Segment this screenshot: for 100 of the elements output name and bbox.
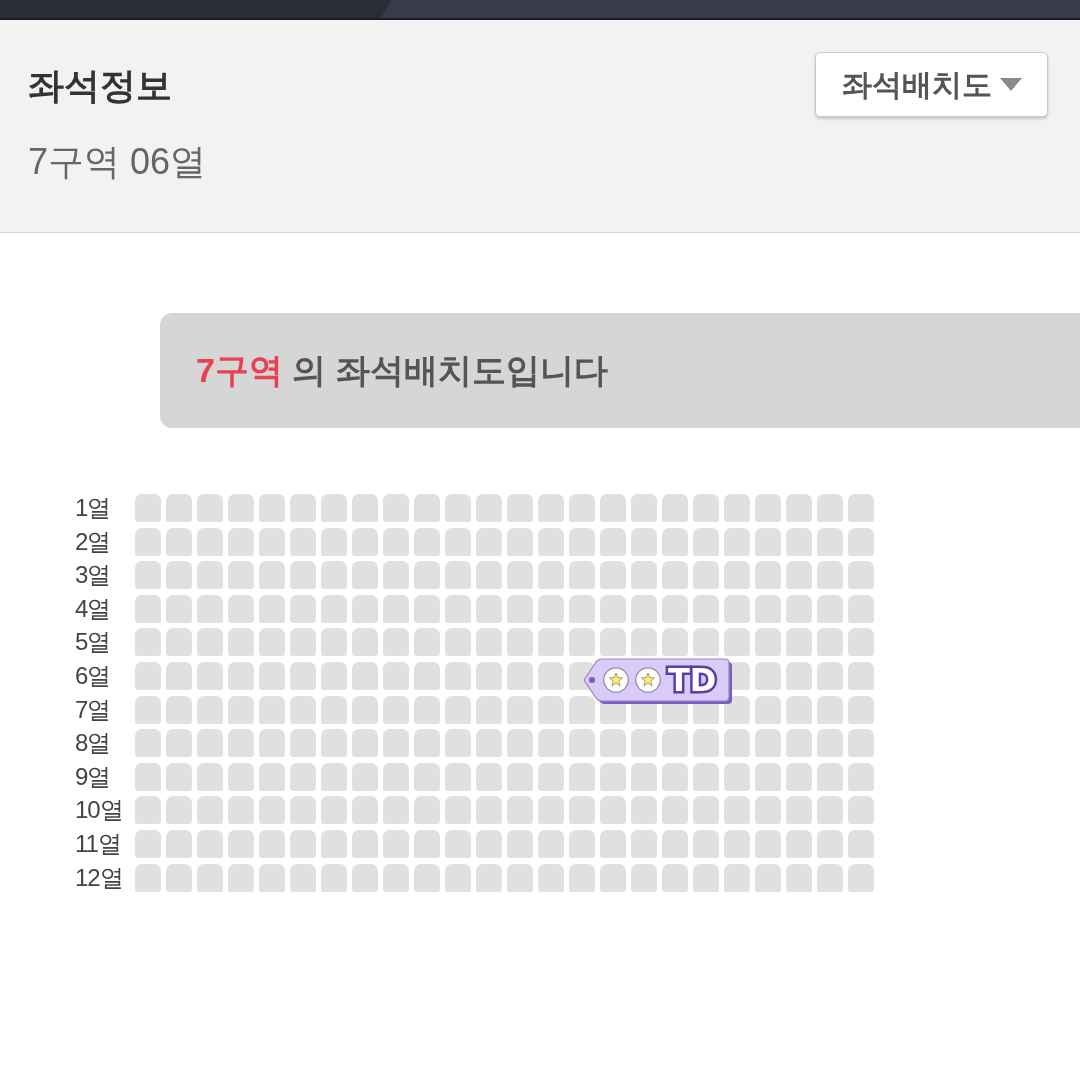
seat [786,561,812,590]
seat [755,762,781,791]
seat [662,494,688,522]
seat [507,494,533,522]
seat [259,829,285,858]
seat [817,729,843,758]
seat [197,796,223,825]
seat [414,762,440,791]
seat [507,561,533,590]
caret-icon [999,78,1022,91]
seat [290,628,316,657]
seat [414,494,440,522]
seat [290,695,316,724]
seat [631,628,657,657]
seat [755,695,781,724]
seat [259,628,285,657]
seat [135,661,161,690]
seat [538,829,564,858]
seat [724,729,750,758]
seat [166,863,192,892]
row-label: 8열 [75,729,112,758]
seat [786,594,812,623]
seat [569,494,595,522]
seat [259,527,285,556]
seat [321,594,347,623]
seat [383,829,409,858]
seat [414,561,440,590]
seat [197,661,223,690]
seat [321,661,347,690]
seat [631,561,657,590]
seat [631,594,657,623]
seat [352,494,378,522]
seat [228,661,254,690]
seat [507,762,533,791]
seat [290,561,316,590]
seat [352,863,378,892]
seat [476,796,502,825]
seat [445,863,471,892]
seat [352,796,378,825]
seat [538,796,564,825]
seat [662,796,688,825]
seat [755,527,781,556]
seat [724,863,750,892]
seat [817,494,843,522]
seat [507,695,533,724]
seat [321,695,347,724]
row-label: 2열 [75,527,112,556]
seat [600,594,626,623]
row-label: 1열 [75,494,112,522]
seat [321,494,347,522]
seat [135,494,161,522]
seat [817,863,843,892]
seat [228,796,254,825]
seat [166,796,192,825]
seat [693,594,719,623]
seat [538,762,564,791]
seat [259,762,285,791]
seat [600,762,626,791]
seat [290,594,316,623]
seat [724,796,750,825]
seat [166,561,192,590]
seat [476,527,502,556]
seat [786,661,812,690]
row-label: 10열 [75,796,124,825]
seat [538,527,564,556]
seat [693,494,719,522]
seat [848,863,874,892]
seat [197,695,223,724]
seat [352,661,378,690]
seat [600,796,626,825]
seat [290,796,316,825]
seat [228,695,254,724]
seat [166,695,192,724]
seat [755,494,781,522]
seat [507,527,533,556]
seat [135,594,161,623]
banner-text: 7구역 의 좌석배치도입니다 [196,350,608,391]
seat [631,729,657,758]
seat [786,762,812,791]
seat [538,729,564,758]
seat [569,829,595,858]
seat [476,494,502,522]
seat [135,527,161,556]
seat-map-dropdown[interactable]: 좌석배치도 [815,52,1048,117]
seat [259,695,285,724]
seat [228,829,254,858]
seat [848,494,874,522]
seat [228,762,254,791]
seat [755,661,781,690]
seat [755,594,781,623]
seat [507,594,533,623]
seat [662,863,688,892]
seat [290,829,316,858]
seat [600,561,626,590]
seat [693,762,719,791]
seat [786,796,812,825]
seat [321,863,347,892]
seat [631,829,657,858]
seat [817,661,843,690]
seat [507,863,533,892]
